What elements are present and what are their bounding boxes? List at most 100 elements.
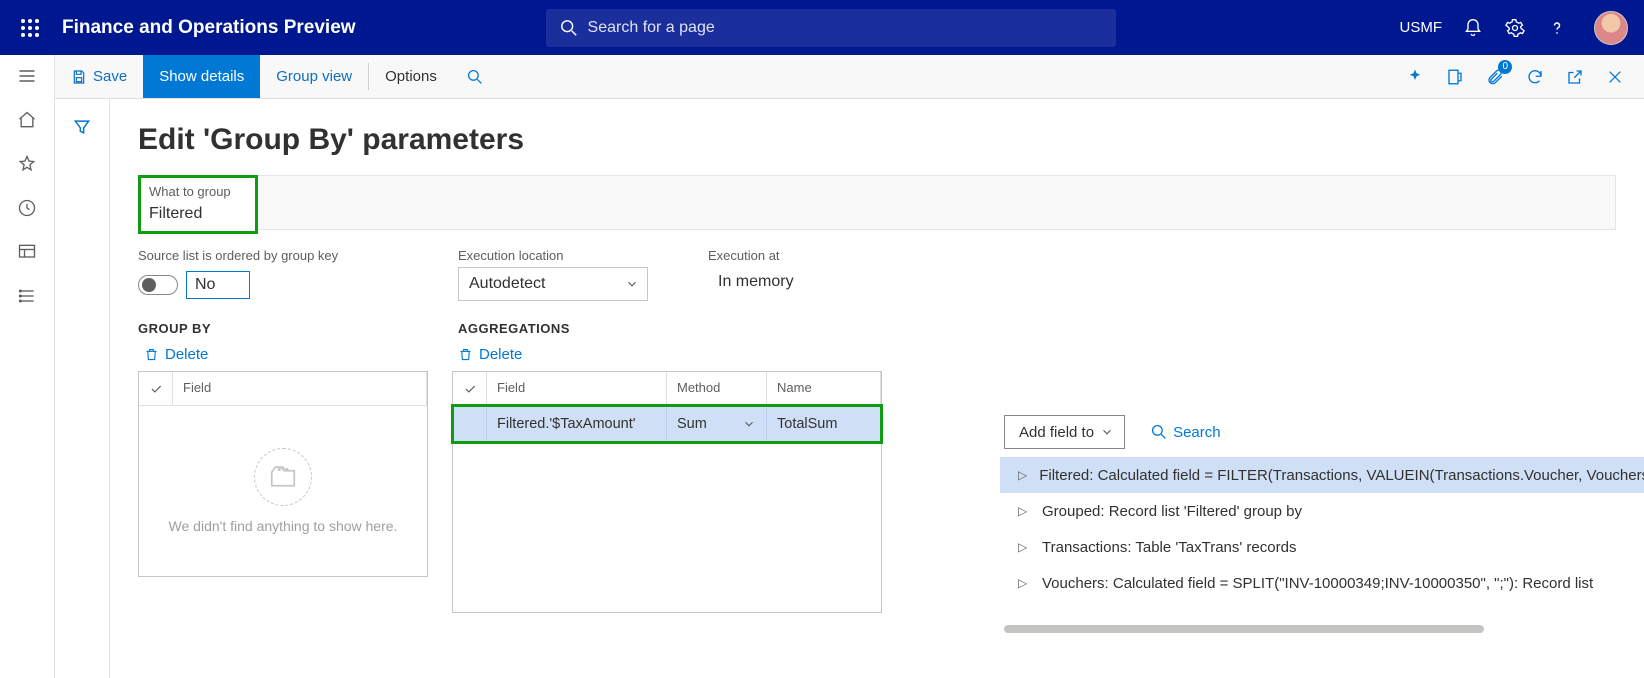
main-content: Edit 'Group By' parameters What to group… (110, 99, 1644, 678)
agg-row-method[interactable]: Sum (667, 406, 767, 442)
ds-item-label: Filtered: Calculated field = FILTER(Tran… (1039, 467, 1644, 484)
ds-item-grouped[interactable]: ▷ Grouped: Record list 'Filtered' group b… (1000, 493, 1644, 529)
filter-column (55, 99, 110, 678)
search-placeholder: Search for a page (588, 19, 715, 37)
add-field-to-label: Add field to (1019, 424, 1094, 441)
action-pane: Save Show details Group view Options 0 (0, 55, 1644, 99)
datasource-panel: Add field to Search ▷ Filtered: Calculate… (1000, 415, 1644, 633)
popout-icon[interactable] (1560, 62, 1590, 92)
global-search[interactable]: Search for a page (546, 9, 1116, 47)
top-navbar: Finance and Operations Preview Search fo… (0, 0, 1644, 55)
copilot-icon[interactable] (1400, 62, 1430, 92)
hamburger-icon[interactable] (16, 65, 38, 87)
exec-location-label: Execution location (458, 248, 648, 263)
ds-search-button[interactable]: Search (1151, 424, 1221, 441)
agg-col-field[interactable]: Field (487, 372, 667, 405)
agg-grid-body (453, 442, 881, 612)
options-button[interactable]: Options (369, 55, 453, 98)
agg-delete-label: Delete (479, 346, 522, 363)
filter-icon[interactable] (72, 117, 92, 678)
trash-icon (458, 347, 473, 362)
exec-location-value: Autodetect (469, 275, 546, 293)
ds-item-label: Transactions: Table 'TaxTrans' records (1042, 539, 1296, 556)
chevron-down-icon (625, 277, 639, 291)
horizontal-scrollbar[interactable] (1004, 625, 1484, 633)
attachments-count: 0 (1498, 60, 1512, 74)
what-to-group-field[interactable]: What to group Filtered (138, 175, 258, 234)
agg-row-method-value: Sum (677, 416, 707, 432)
agg-row-selector[interactable] (453, 406, 487, 442)
groupby-delete-label: Delete (165, 346, 208, 363)
source-list-value[interactable]: No (186, 271, 250, 299)
agg-row-name[interactable]: TotalSum (767, 406, 881, 442)
home-icon[interactable] (16, 109, 38, 131)
modules-icon[interactable] (16, 285, 38, 307)
agg-delete-button[interactable]: Delete (452, 346, 882, 363)
what-to-group-input-ext[interactable] (258, 175, 1616, 230)
groupby-col-field[interactable]: Field (173, 372, 427, 405)
workspaces-icon[interactable] (16, 241, 38, 263)
agg-select-all[interactable] (453, 372, 487, 405)
agg-row[interactable]: Filtered.'$TaxAmount' Sum TotalSum (453, 406, 881, 442)
empty-folder-icon (254, 448, 312, 506)
ds-item-label: Vouchers: Calculated field = SPLIT("INV-… (1042, 575, 1593, 592)
group-view-button[interactable]: Group view (260, 55, 368, 98)
close-icon[interactable] (1600, 62, 1630, 92)
company-picker[interactable]: USMF (1400, 19, 1443, 36)
expand-icon[interactable]: ▷ (1018, 504, 1030, 518)
groupby-panel: GROUP BY Delete Field We didn't find any… (138, 321, 428, 577)
groupby-select-all[interactable] (139, 372, 173, 405)
agg-col-name[interactable]: Name (767, 372, 881, 405)
show-details-button[interactable]: Show details (143, 55, 260, 98)
what-to-group-value: Filtered (149, 205, 247, 223)
ds-item-transactions[interactable]: ▷ Transactions: Table 'TaxTrans' records (1000, 529, 1644, 565)
recent-icon[interactable] (16, 197, 38, 219)
groupby-empty-text: We didn't find anything to show here. (169, 518, 398, 534)
groupby-grid: Field We didn't find anything to show he… (138, 371, 428, 577)
exec-at-label: Execution at (708, 248, 898, 263)
left-nav-rail (0, 55, 55, 678)
refresh-icon[interactable] (1520, 62, 1550, 92)
aggregations-panel: AGGREGATIONS Delete Field Method Name Fi… (452, 321, 882, 613)
favorites-icon[interactable] (16, 153, 38, 175)
expand-icon[interactable]: ▷ (1018, 468, 1027, 482)
groupby-empty: We didn't find anything to show here. (139, 406, 427, 576)
app-launcher-icon[interactable] (10, 8, 50, 48)
expand-icon[interactable]: ▷ (1018, 540, 1030, 554)
what-to-group-label: What to group (149, 184, 247, 199)
agg-header: AGGREGATIONS (458, 321, 882, 336)
trash-icon (144, 347, 159, 362)
search-icon (560, 19, 578, 37)
app-title: Finance and Operations Preview (62, 17, 356, 39)
chevron-down-icon (742, 417, 756, 431)
open-in-office-icon[interactable] (1440, 62, 1470, 92)
top-right-cluster: USMF (1400, 11, 1635, 45)
groupby-header: GROUP BY (138, 321, 428, 336)
exec-at-value: In memory (708, 267, 898, 301)
actionpane-search-icon[interactable] (453, 55, 497, 98)
agg-row-field[interactable]: Filtered.'$TaxAmount' (487, 406, 667, 442)
save-button[interactable]: Save (55, 55, 143, 98)
exec-location-dropdown[interactable]: Autodetect (458, 267, 648, 301)
add-field-to-button[interactable]: Add field to (1004, 415, 1125, 449)
ds-item-label: Grouped: Record list 'Filtered' group by (1042, 503, 1302, 520)
ds-item-filtered[interactable]: ▷ Filtered: Calculated field = FILTER(Tra… (1000, 457, 1644, 493)
avatar[interactable] (1594, 11, 1628, 45)
search-icon (1151, 424, 1167, 440)
source-list-toggle[interactable] (138, 275, 178, 295)
gear-icon[interactable] (1504, 17, 1526, 39)
ds-search-label: Search (1173, 424, 1221, 441)
save-label: Save (93, 68, 127, 85)
help-icon[interactable] (1546, 17, 1568, 39)
expand-icon[interactable]: ▷ (1018, 576, 1030, 590)
attachments-icon[interactable]: 0 (1480, 62, 1510, 92)
bell-icon[interactable] (1462, 17, 1484, 39)
ds-item-vouchers[interactable]: ▷ Vouchers: Calculated field = SPLIT("INV… (1000, 565, 1644, 601)
save-icon (71, 69, 87, 85)
agg-grid: Field Method Name Filtered.'$TaxAmount' … (452, 371, 882, 613)
page-title: Edit 'Group By' parameters (138, 123, 1616, 157)
ds-tree: ▷ Filtered: Calculated field = FILTER(Tra… (1000, 457, 1644, 601)
agg-col-method[interactable]: Method (667, 372, 767, 405)
groupby-delete-button[interactable]: Delete (138, 346, 428, 363)
chevron-down-icon (1100, 425, 1114, 439)
